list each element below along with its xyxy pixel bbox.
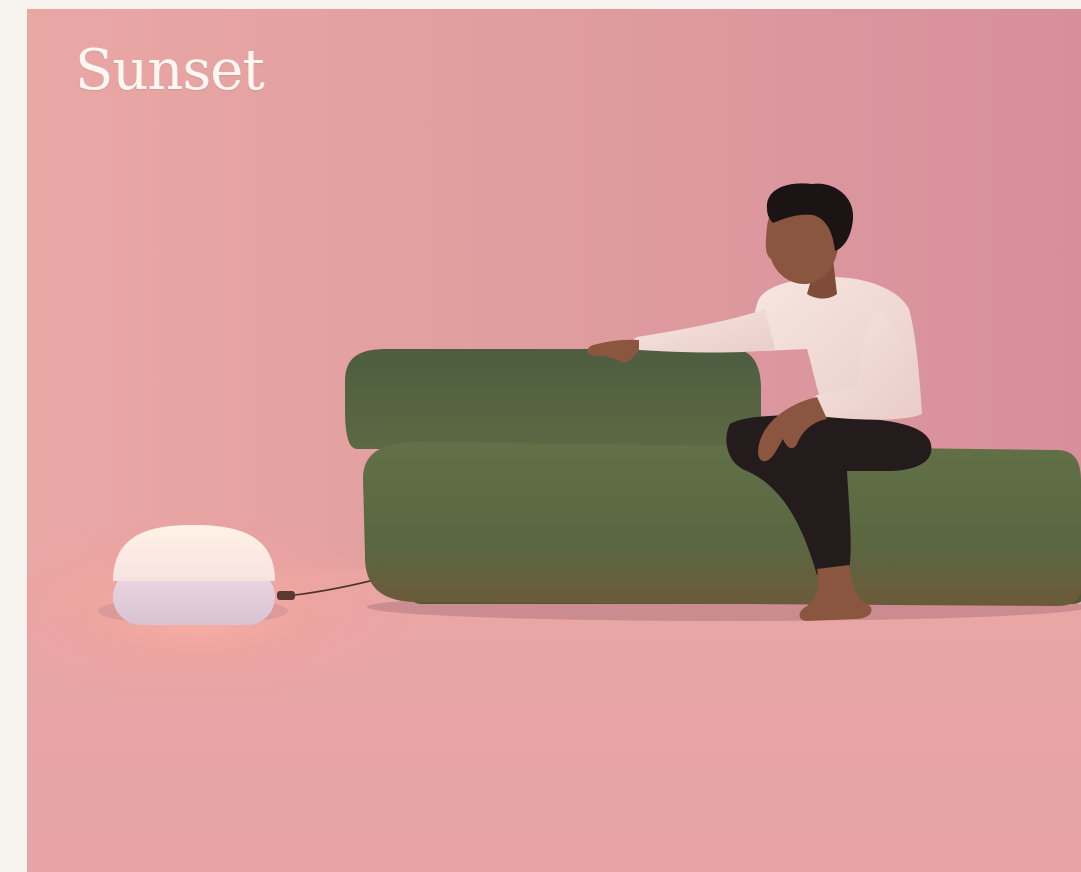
hero-title: Sunset bbox=[75, 38, 265, 103]
page: Sunset bbox=[0, 0, 1081, 872]
sofa-seat bbox=[363, 442, 1081, 606]
sofa-backrest bbox=[345, 349, 761, 449]
lamp-plug bbox=[277, 591, 295, 600]
hero-photo: Sunset bbox=[27, 9, 1081, 872]
hero-illustration bbox=[27, 9, 1081, 872]
